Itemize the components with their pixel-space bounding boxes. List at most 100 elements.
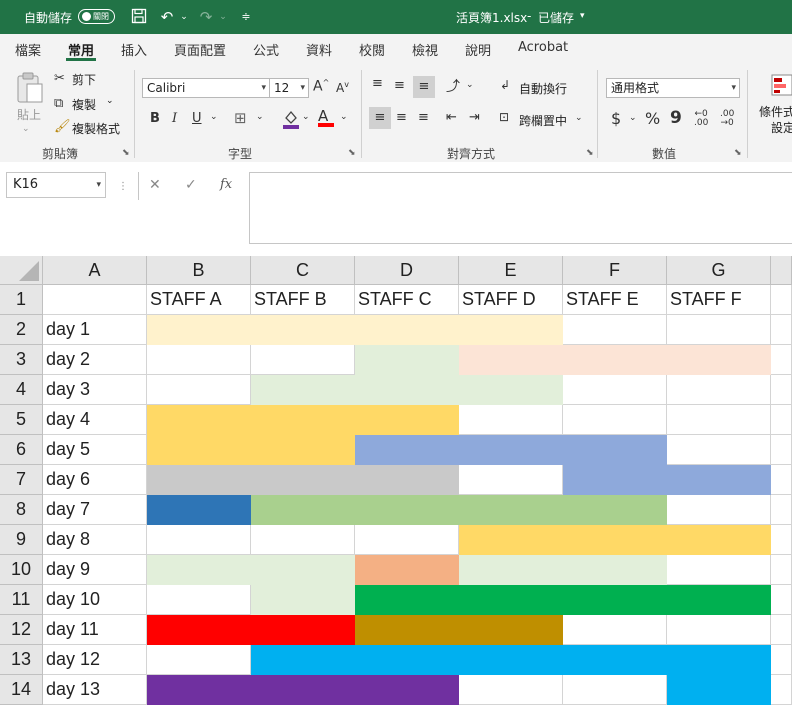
cell-c8[interactable] bbox=[251, 495, 355, 525]
cell-d5[interactable] bbox=[355, 405, 459, 435]
save-status-chevron-icon[interactable]: ▾ bbox=[580, 11, 585, 21]
column-header-f[interactable]: F bbox=[563, 256, 667, 285]
cell-g1[interactable]: STAFF F bbox=[667, 285, 771, 315]
cell-g4[interactable] bbox=[667, 375, 771, 405]
merge-center-icon[interactable]: ⊡ bbox=[499, 110, 509, 124]
wrap-text-icon[interactable]: ↲ bbox=[500, 78, 510, 92]
decrease-indent-icon[interactable]: ⇤ bbox=[446, 110, 457, 125]
cell-a12[interactable]: day 11 bbox=[43, 615, 147, 645]
cell-a6[interactable]: day 5 bbox=[43, 435, 147, 465]
cell-c13[interactable] bbox=[251, 645, 355, 675]
cell-f12[interactable] bbox=[563, 615, 667, 645]
cell-h4[interactable] bbox=[771, 375, 792, 405]
cell-h5[interactable] bbox=[771, 405, 792, 435]
cell-e3[interactable] bbox=[459, 345, 563, 375]
align-bottom-icon[interactable]: ≡ bbox=[413, 76, 435, 98]
cell-b5[interactable] bbox=[147, 405, 251, 435]
cell-d10[interactable] bbox=[355, 555, 459, 585]
cell-b3[interactable] bbox=[147, 345, 251, 375]
cell-c11[interactable] bbox=[251, 585, 355, 615]
cell-d7[interactable] bbox=[355, 465, 459, 495]
cell-e5[interactable] bbox=[459, 405, 563, 435]
font-name-select[interactable]: Calibri ▾ bbox=[142, 78, 270, 98]
cell-b6[interactable] bbox=[147, 435, 251, 465]
copy-icon[interactable]: ⧉ bbox=[54, 96, 63, 111]
cell-e9[interactable] bbox=[459, 525, 563, 555]
tab-view[interactable]: 檢視 bbox=[412, 40, 438, 59]
insert-function-icon[interactable]: fx bbox=[220, 177, 232, 192]
row-header-10[interactable]: 10 bbox=[0, 555, 43, 585]
font-color-icon[interactable]: A bbox=[318, 107, 334, 127]
font-color-dropdown-icon[interactable]: ⌄ bbox=[340, 112, 348, 122]
cell-g7[interactable] bbox=[667, 465, 771, 495]
bold-button[interactable]: B bbox=[150, 111, 160, 126]
tab-insert[interactable]: 插入 bbox=[121, 40, 147, 59]
row-header-14[interactable]: 14 bbox=[0, 675, 43, 705]
cancel-icon[interactable]: ✕ bbox=[149, 177, 161, 193]
cell-f8[interactable] bbox=[563, 495, 667, 525]
cell-d2[interactable] bbox=[355, 315, 459, 345]
increase-font-icon[interactable]: A^ bbox=[313, 78, 329, 95]
cell-b7[interactable] bbox=[147, 465, 251, 495]
cell-c1[interactable]: STAFF B bbox=[251, 285, 355, 315]
cell-a1[interactable] bbox=[43, 285, 147, 315]
cell-e14[interactable] bbox=[459, 675, 563, 705]
cell-c10[interactable] bbox=[251, 555, 355, 585]
column-header-e[interactable]: E bbox=[459, 256, 563, 285]
cell-g9[interactable] bbox=[667, 525, 771, 555]
cell-a10[interactable]: day 9 bbox=[43, 555, 147, 585]
cell-g5[interactable] bbox=[667, 405, 771, 435]
paste-label[interactable]: 貼上 bbox=[17, 106, 41, 123]
cell-h1[interactable] bbox=[771, 285, 792, 315]
cell-g6[interactable] bbox=[667, 435, 771, 465]
cell-f4[interactable] bbox=[563, 375, 667, 405]
row-header-9[interactable]: 9 bbox=[0, 525, 43, 555]
cell-c3[interactable] bbox=[251, 345, 355, 375]
cell-f10[interactable] bbox=[563, 555, 667, 585]
cell-d12[interactable] bbox=[355, 615, 459, 645]
cell-g8[interactable] bbox=[667, 495, 771, 525]
cell-a4[interactable]: day 3 bbox=[43, 375, 147, 405]
tab-help[interactable]: 說明 bbox=[465, 40, 491, 59]
align-left-icon[interactable]: ≡ bbox=[369, 107, 391, 129]
column-header-a[interactable]: A bbox=[43, 256, 147, 285]
cell-f13[interactable] bbox=[563, 645, 667, 675]
row-header-3[interactable]: 3 bbox=[0, 345, 43, 375]
decrease-font-icon[interactable]: Av bbox=[336, 80, 349, 95]
format-painter-icon[interactable]: 🖌 bbox=[54, 119, 71, 134]
cell-e11[interactable] bbox=[459, 585, 563, 615]
fill-color-dropdown-icon[interactable]: ⌄ bbox=[302, 112, 310, 122]
row-header-6[interactable]: 6 bbox=[0, 435, 43, 465]
comma-style-button[interactable]: 9 bbox=[670, 108, 682, 128]
name-box[interactable]: K16 ▾ bbox=[6, 172, 106, 198]
column-header-h[interactable] bbox=[771, 256, 792, 285]
currency-dropdown-icon[interactable]: ⌄ bbox=[629, 113, 637, 123]
underline-dropdown-icon[interactable]: ⌄ bbox=[210, 112, 218, 122]
cell-c14[interactable] bbox=[251, 675, 355, 705]
tab-file[interactable]: 檔案 bbox=[15, 40, 41, 59]
increase-indent-icon[interactable]: ⇥ bbox=[469, 110, 480, 125]
tab-review[interactable]: 校閱 bbox=[359, 40, 385, 59]
cell-e8[interactable] bbox=[459, 495, 563, 525]
orientation-icon[interactable]: ⤴ bbox=[446, 76, 460, 96]
underline-button[interactable]: U bbox=[192, 111, 202, 126]
paste-dropdown-icon[interactable]: ⌄ bbox=[22, 124, 30, 134]
cell-h11[interactable] bbox=[771, 585, 792, 615]
customize-toolbar-icon[interactable]: ≑ bbox=[237, 8, 255, 26]
cell-d1[interactable]: STAFF C bbox=[355, 285, 459, 315]
copy-dropdown-icon[interactable]: ⌄ bbox=[106, 96, 114, 106]
format-painter-label[interactable]: 複製格式 bbox=[72, 120, 120, 137]
cell-a3[interactable]: day 2 bbox=[43, 345, 147, 375]
cell-d4[interactable] bbox=[355, 375, 459, 405]
undo-dropdown-icon[interactable]: ⌄ bbox=[175, 8, 193, 26]
cell-h10[interactable] bbox=[771, 555, 792, 585]
cell-g13[interactable] bbox=[667, 645, 771, 675]
tab-data[interactable]: 資料 bbox=[306, 40, 332, 59]
cell-f3[interactable] bbox=[563, 345, 667, 375]
cell-c7[interactable] bbox=[251, 465, 355, 495]
select-all-button[interactable] bbox=[0, 256, 43, 285]
merge-center-label[interactable]: 跨欄置中 bbox=[519, 112, 567, 129]
cell-b14[interactable] bbox=[147, 675, 251, 705]
paste-icon[interactable] bbox=[15, 72, 45, 107]
cell-b8[interactable] bbox=[147, 495, 251, 525]
